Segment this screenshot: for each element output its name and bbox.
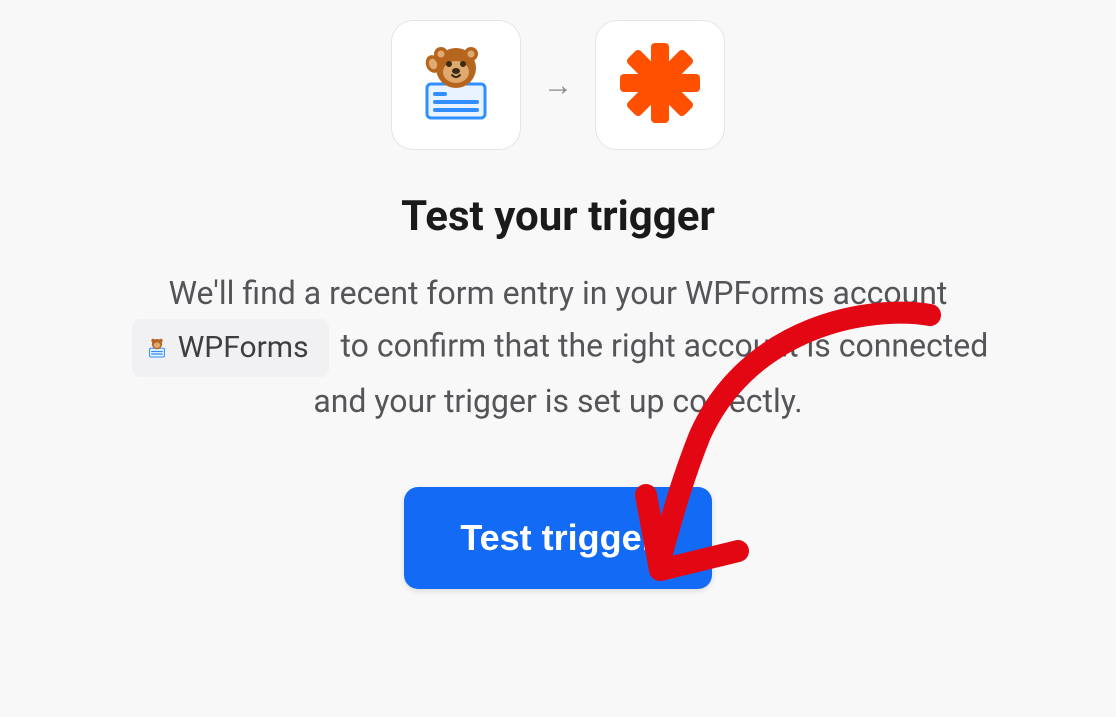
target-app-tile [595, 20, 725, 150]
description-text: We'll find a recent form entry in your W… [68, 269, 1048, 427]
arrow-right-icon: → [543, 68, 573, 103]
description-part2: to confirm that the right account is con… [313, 326, 988, 420]
account-chip[interactable]: WPForms [132, 319, 329, 378]
description-part1: We'll find a recent form entry in your W… [169, 274, 948, 312]
test-trigger-button[interactable]: Test trigger [404, 487, 711, 589]
app-connection-row: → [391, 20, 725, 150]
account-chip-label: WPForms [178, 325, 309, 372]
zapier-icon [615, 38, 705, 132]
wpforms-chip-icon [146, 337, 168, 359]
source-app-tile [391, 20, 521, 150]
page-title: Test your trigger [401, 192, 715, 241]
wpforms-icon [413, 40, 499, 130]
